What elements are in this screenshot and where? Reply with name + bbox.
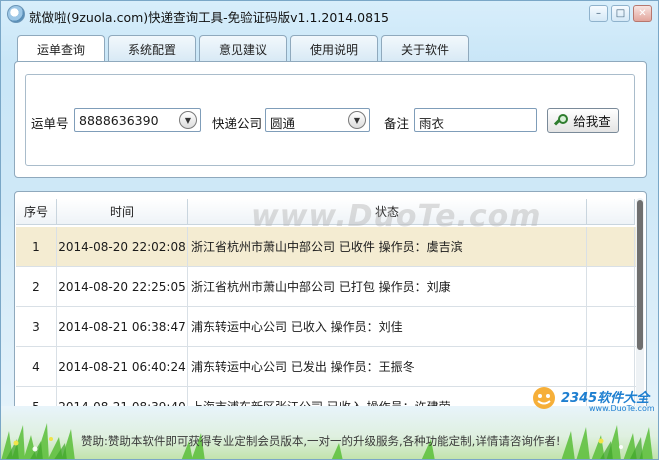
chevron-down-icon[interactable]: ▼ bbox=[348, 111, 366, 129]
chevron-down-icon[interactable]: ▼ bbox=[179, 111, 197, 129]
query-button-label: 给我查 bbox=[573, 114, 611, 129]
tab-waybill-query[interactable]: 运单查询 bbox=[17, 35, 105, 63]
minimize-button[interactable]: – bbox=[589, 5, 608, 22]
remark-input[interactable]: 雨衣 bbox=[414, 108, 537, 132]
waybill-combo[interactable]: 8888636390 ▼ bbox=[74, 108, 201, 132]
table-row[interactable]: 4 2014-08-21 06:40:24 浦东转运中心公司 已发出 操作员：王… bbox=[16, 347, 636, 387]
row-index: 1 bbox=[16, 227, 57, 266]
row-index: 3 bbox=[16, 307, 57, 346]
courier-label: 快递公司 bbox=[212, 116, 263, 131]
row-index: 2 bbox=[16, 267, 57, 306]
waybill-label: 运单号 bbox=[31, 116, 69, 131]
waybill-value: 8888636390 bbox=[79, 113, 159, 128]
search-icon bbox=[554, 113, 569, 128]
tab-system-config[interactable]: 系统配置 bbox=[108, 35, 196, 62]
app-logo-icon bbox=[7, 5, 25, 23]
table-row[interactable]: 2 2014-08-20 22:25:05 浙江省杭州市萧山中部公司 已打包 操… bbox=[16, 267, 636, 307]
remark-label: 备注 bbox=[384, 116, 410, 131]
row-status: 浦东转运中心公司 已发出 操作员：王振冬 bbox=[188, 347, 587, 386]
row-index: 4 bbox=[16, 347, 57, 386]
tab-feedback[interactable]: 意见建议 bbox=[199, 35, 287, 62]
row-extra bbox=[587, 347, 635, 386]
row-time: 2014-08-20 22:25:05 bbox=[57, 267, 188, 306]
tab-instructions[interactable]: 使用说明 bbox=[290, 35, 378, 62]
center-watermark: www.DuoTe.com bbox=[251, 199, 542, 234]
column-header-index[interactable]: 序号 bbox=[16, 199, 57, 225]
window-controls: – □ ✕ bbox=[589, 5, 652, 22]
row-time: 2014-08-21 06:40:24 bbox=[57, 347, 188, 386]
logo-subtext: www.DuoTe.com bbox=[589, 404, 655, 413]
title-bar[interactable]: 就做啦(9zuola.com)快递查询工具-免验证码版v1.1.2014.081… bbox=[1, 1, 658, 29]
row-status: 浙江省杭州市萧山中部公司 已打包 操作员：刘康 bbox=[188, 267, 587, 306]
column-header-time[interactable]: 时间 bbox=[57, 199, 188, 225]
maximize-button[interactable]: □ bbox=[611, 5, 630, 22]
row-time: 2014-08-21 06:38:47 bbox=[57, 307, 188, 346]
query-button[interactable]: 给我查 bbox=[547, 108, 619, 133]
row-status: 浦东转运中心公司 已收入 操作员：刘佳 bbox=[188, 307, 587, 346]
column-header-extra[interactable] bbox=[587, 199, 635, 225]
sponsor-text[interactable]: 赞助:赞助本软件即可获得专业定制会员版本,一对一的升级服务,各种功能定制,详情请… bbox=[81, 433, 560, 449]
tab-bar: 运单查询 系统配置 意见建议 使用说明 关于软件 bbox=[17, 35, 472, 63]
close-button[interactable]: ✕ bbox=[633, 5, 652, 22]
row-time: 2014-08-20 22:02:08 bbox=[57, 227, 188, 266]
logo-mark-icon bbox=[533, 387, 555, 409]
vertical-scrollbar[interactable] bbox=[636, 198, 644, 412]
scrollbar-thumb[interactable] bbox=[637, 200, 643, 350]
site-watermark-logo: 2345软件大全 www.DuoTe.com bbox=[529, 385, 655, 419]
window-title: 就做啦(9zuola.com)快递查询工具-免验证码版v1.1.2014.081… bbox=[29, 10, 389, 25]
tab-about[interactable]: 关于软件 bbox=[381, 35, 469, 62]
row-extra bbox=[587, 267, 635, 306]
remark-value: 雨衣 bbox=[419, 116, 445, 131]
table-row[interactable]: 3 2014-08-21 06:38:47 浦东转运中心公司 已收入 操作员：刘… bbox=[16, 307, 636, 347]
row-extra bbox=[587, 307, 635, 346]
courier-combo[interactable]: 圆通 ▼ bbox=[265, 108, 370, 132]
courier-value: 圆通 bbox=[270, 116, 296, 131]
row-extra bbox=[587, 227, 635, 266]
app-window: 就做啦(9zuola.com)快递查询工具-免验证码版v1.1.2014.081… bbox=[0, 0, 659, 460]
